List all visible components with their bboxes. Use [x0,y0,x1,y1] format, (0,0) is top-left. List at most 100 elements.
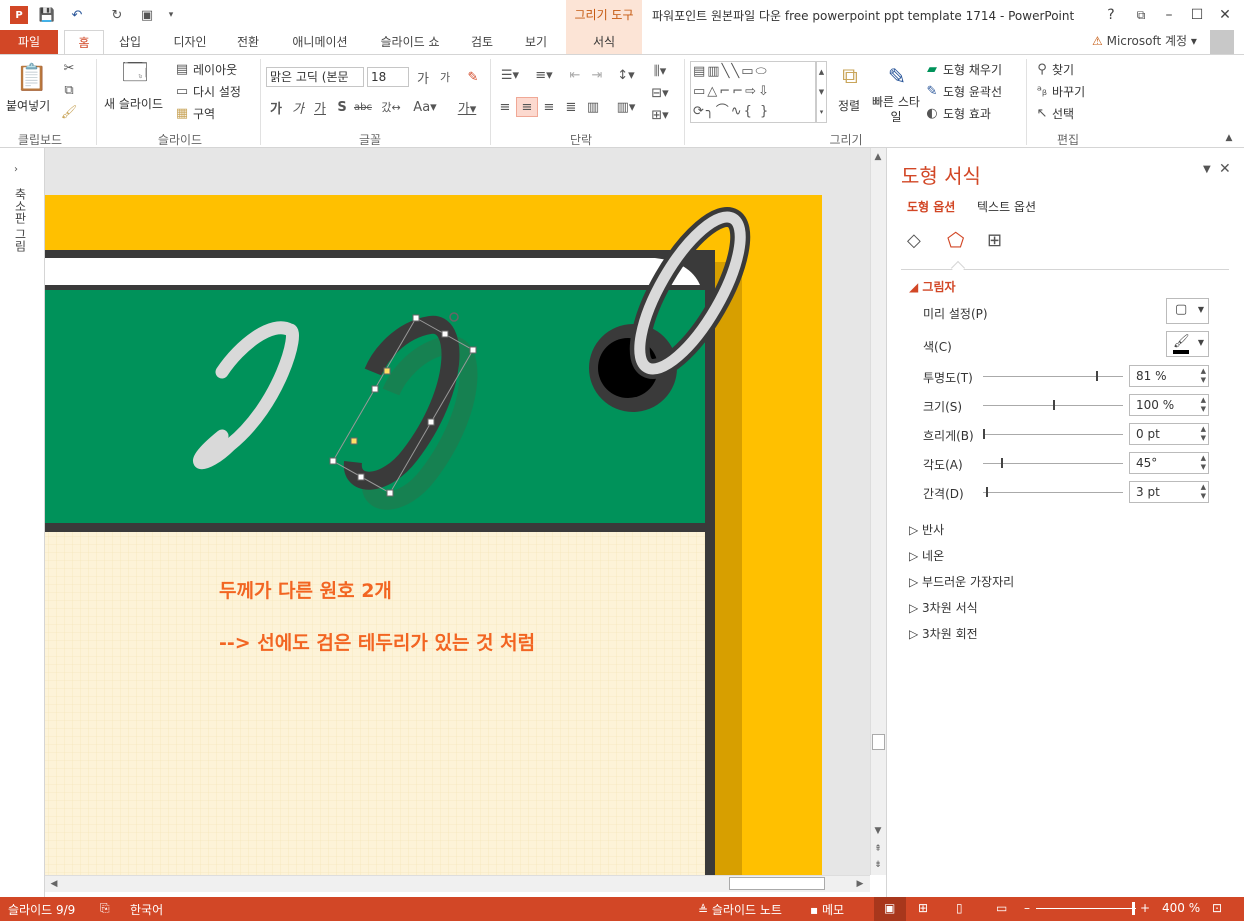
section-reflection[interactable]: ▷ 반사 [909,521,944,538]
section-button[interactable]: 구역 [193,105,215,122]
shadow-text-icon[interactable]: S [334,97,350,117]
tab-transitions[interactable]: 전환 [228,30,268,54]
section-3d-rotation[interactable]: ▷ 3차원 회전 [909,625,978,642]
italic-icon[interactable]: 가 [290,97,306,117]
customize-toolbar-icon[interactable]: ▾ [162,6,180,24]
reading-view-icon[interactable]: ▯ [956,901,963,915]
shape-outline-button[interactable]: 도형 윤곽선 [943,83,1002,100]
distance-input[interactable]: 3 pt ▲ ▼ [1129,481,1209,503]
shadow-presets-button[interactable]: ▢ ▼ [1166,298,1209,324]
numbering-icon[interactable]: ≡▾ [530,65,558,85]
slide-canvas[interactable]: 두께가 다른 원호 2개 --> 선에도 검은 테두리가 있는 것 처럼 [45,148,870,875]
notes-button[interactable]: ≜ 슬라이드 노트 [698,901,782,918]
font-color-icon[interactable]: 가▾ [452,95,482,119]
distributed-icon[interactable]: ▥ [584,97,602,117]
minimize-button[interactable]: – [1158,4,1180,26]
shadow-color-button[interactable]: 🖌 ▼ [1166,331,1209,357]
redo-icon[interactable]: ↻ [108,6,126,24]
zoom-slider[interactable] [1036,908,1136,909]
paste-icon[interactable]: 📋 [16,61,48,95]
copy-icon[interactable]: ⧉ [60,81,78,99]
thumbnail-strip[interactable]: › 축소판 그림 [0,148,45,897]
text-direction-icon[interactable]: ⫼▾ [646,61,674,81]
scroll-down-icon[interactable]: ▼ [871,824,885,838]
comments-button[interactable]: ▪ 메모 [810,901,844,918]
tab-text-options[interactable]: 텍스트 옵션 [977,198,1036,215]
fit-to-window-icon[interactable]: ⊡ [1212,901,1222,915]
size-input[interactable]: 100 % ▲ ▼ [1129,394,1209,416]
paste-button[interactable]: 붙여넣기 [6,97,50,114]
slideshow-view-icon[interactable]: ▭ [996,901,1007,915]
underline-icon[interactable]: 가 [312,97,328,117]
horizontal-scrollbar[interactable]: ◀ ▶ [45,875,870,892]
blur-slider[interactable] [983,429,1123,439]
new-slide-button[interactable]: 새 슬라이드 [104,95,163,112]
tab-home[interactable]: 홈 [64,30,104,54]
grow-font-icon[interactable]: 가 [414,67,432,87]
bold-icon[interactable]: 가 [268,97,284,117]
section-soft-edges[interactable]: ▷ 부드러운 가장자리 [909,573,1014,590]
distance-slider-thumb[interactable] [985,487,988,497]
vertical-scrollbar[interactable]: ▲ ▼ ⇞ ⇟ [870,148,886,875]
clear-formatting-icon[interactable]: ✎ [464,67,482,87]
size-slider[interactable] [983,400,1123,410]
quick-styles-icon[interactable]: ✎ [880,61,914,93]
line-spacing-icon[interactable]: ↕▾ [612,65,640,85]
maximize-button[interactable]: ☐ [1186,4,1208,26]
shadow-section-header[interactable]: ◢ 그림자 [909,278,956,295]
slide-sorter-icon[interactable]: ⊞ [918,901,928,915]
smartart-icon[interactable]: ⊞▾ [646,105,674,125]
angle-slider[interactable] [983,458,1123,468]
character-spacing-icon[interactable]: 갔↔ [376,97,406,117]
close-button[interactable]: ✕ [1214,4,1236,26]
horizontal-scroll-thumb[interactable] [729,877,825,890]
quick-styles-button[interactable]: 빠른 스타일 [872,95,920,125]
tab-design[interactable]: 디자인 [164,30,216,54]
angle-input[interactable]: 45° ▲ ▼ [1129,452,1209,474]
strikethrough-icon[interactable]: abc [354,97,372,117]
transparency-input[interactable]: 81 % ▲ ▼ [1129,365,1209,387]
cut-icon[interactable]: ✂ [60,59,78,77]
angle-slider-thumb[interactable] [1000,458,1003,468]
help-button[interactable]: ? [1100,4,1122,26]
account-button[interactable]: ⚠ Microsoft 계정 ▾ [1092,32,1197,49]
collapse-ribbon-icon[interactable]: ▲ [1222,131,1236,145]
scroll-up-icon[interactable]: ▲ [871,150,885,164]
spell-check-icon[interactable]: ⎘ [100,901,110,916]
zoom-in-icon[interactable]: + [1140,901,1150,915]
slide-text-line2[interactable]: --> 선에도 검은 테두리가 있는 것 처럼 [219,628,535,655]
effects-icon[interactable]: ⬠ [947,228,964,252]
tab-view[interactable]: 보기 [516,30,556,54]
justify-icon[interactable]: ≣ [562,97,580,117]
arrange-icon[interactable]: ⧉ [836,61,864,91]
layout-button[interactable]: 레이아웃 [193,61,237,78]
scroll-left-icon[interactable]: ◀ [47,877,61,891]
new-slide-icon[interactable]: 🗔 [118,58,152,91]
normal-view-button[interactable]: ▣ [874,897,906,921]
pane-options-icon[interactable]: ▼ [1203,164,1211,175]
tab-shape-options[interactable]: 도형 옵션 [907,198,955,215]
expand-thumbnails-icon[interactable]: › [14,164,18,175]
shape-effects-button[interactable]: 도형 효과 [943,105,991,122]
scroll-right-icon[interactable]: ▶ [853,877,867,891]
find-button[interactable]: 찾기 [1052,61,1074,78]
section-3d-format[interactable]: ▷ 3차원 서식 [909,599,978,616]
avatar[interactable] [1210,30,1234,54]
pane-close-icon[interactable]: ✕ [1219,161,1231,177]
blur-input[interactable]: 0 pt ▲ ▼ [1129,423,1209,445]
reset-button[interactable]: 다시 설정 [193,83,241,100]
font-name-select[interactable]: 맑은 고딕 (본문 [266,67,364,87]
shape-gallery-scroll[interactable]: ▲ ▼ ▾ [816,61,827,123]
tab-slideshow[interactable]: 슬라이드 쇼 [370,30,450,54]
shape-fill-button[interactable]: 도형 채우기 [943,61,1002,78]
increase-indent-icon[interactable]: ⇥ [588,65,606,85]
start-slideshow-icon[interactable]: ▣ [138,6,156,24]
previous-slide-icon[interactable]: ⇞ [871,842,885,856]
select-button[interactable]: 선택 [1052,105,1074,122]
transparency-slider[interactable] [983,371,1123,381]
zoom-slider-thumb[interactable] [1132,902,1135,915]
language-indicator[interactable]: 한국어 [130,901,163,918]
save-icon[interactable]: 💾 [38,6,56,24]
arrange-button[interactable]: 정렬 [838,97,860,114]
next-slide-icon[interactable]: ⇟ [871,858,885,872]
